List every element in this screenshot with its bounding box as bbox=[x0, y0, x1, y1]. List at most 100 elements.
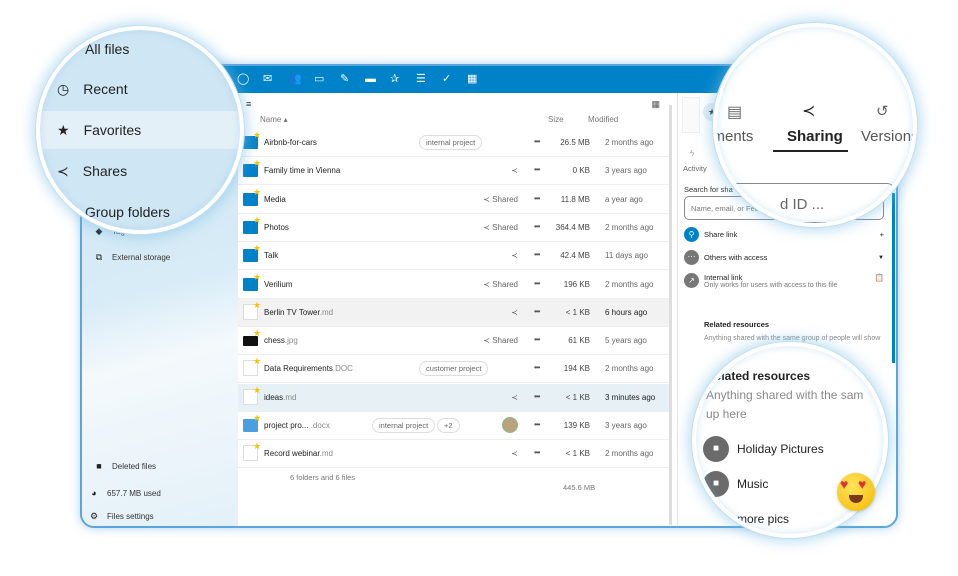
deck-icon[interactable]: ▬ bbox=[365, 72, 376, 86]
tag-pill[interactable]: internal project bbox=[419, 135, 483, 150]
scrollbar[interactable] bbox=[669, 105, 672, 525]
tag-pill[interactable]: +2 bbox=[437, 418, 460, 433]
tables-icon[interactable]: ▦ bbox=[467, 72, 477, 86]
shared-button[interactable]: ≺ Shared bbox=[483, 223, 518, 232]
activity-icon[interactable]: ✰ bbox=[390, 72, 399, 86]
share-icon[interactable]: ≺ bbox=[511, 393, 518, 402]
tab-activity[interactable]: Activity bbox=[683, 164, 707, 173]
column-name[interactable]: Name ▴ bbox=[260, 115, 288, 124]
file-row[interactable]: ★ Record webinar.md ≺ ••• < 1 KB 2 months ago bbox=[238, 440, 670, 469]
others-label: Others with access bbox=[704, 253, 768, 262]
nav-all-files[interactable]: All files bbox=[85, 41, 129, 57]
shared-button[interactable]: ≺ Shared bbox=[483, 336, 518, 345]
file-row[interactable]: ★ Verilium ≺ Shared ••• 196 KB 2 months ago bbox=[238, 271, 670, 299]
caret-down-icon[interactable]: ▼ bbox=[878, 255, 884, 261]
nav-favorites[interactable]: ★ Favorites bbox=[57, 122, 141, 139]
column-modified[interactable]: Modified bbox=[588, 115, 618, 124]
file-extension: .md bbox=[319, 449, 333, 459]
actions-menu-icon[interactable]: ••• bbox=[534, 250, 540, 259]
nav-deleted-files[interactable]: ■ Deleted files bbox=[94, 461, 156, 471]
internal-link-row[interactable]: ↗ Internal link Only works for users with … bbox=[684, 273, 884, 289]
favorite-star-icon: ★ bbox=[253, 271, 262, 282]
file-row[interactable]: ★ Photos ≺ Shared ••• 364.4 MB 2 months ago bbox=[238, 214, 670, 242]
actions-menu-icon[interactable]: ••• bbox=[534, 165, 540, 174]
files-settings[interactable]: ⚙ Files settings bbox=[89, 511, 154, 522]
share-icon: ≺ bbox=[802, 103, 816, 120]
zoomed-related-desc: Anything shared with the sam bbox=[706, 388, 864, 402]
nav-external-label: External storage bbox=[112, 253, 171, 262]
file-name[interactable]: Berlin TV Tower.md bbox=[264, 308, 333, 317]
notes-icon[interactable]: ✎ bbox=[340, 72, 349, 86]
actions-menu-icon[interactable]: ••• bbox=[534, 363, 540, 372]
file-name[interactable]: Record webinar.md bbox=[264, 449, 333, 458]
tab-sharing[interactable]: Sharing bbox=[787, 128, 843, 145]
file-name[interactable]: Airbnb-for-cars bbox=[264, 138, 317, 147]
toggle-nav-icon[interactable]: ≡ bbox=[246, 99, 251, 109]
file-row[interactable]: ★ chess.jpg ≺ Shared ••• 61 KB 5 years ago bbox=[238, 327, 670, 356]
share-link-row[interactable]: ⚲ Share link + bbox=[684, 227, 884, 242]
resource-holiday-pictures[interactable]: ■ Holiday Pictures bbox=[703, 436, 824, 462]
nav-shares[interactable]: ≺ Shares bbox=[57, 163, 127, 180]
nav-recent[interactable]: ◷ Recent bbox=[57, 81, 128, 98]
add-icon[interactable]: + bbox=[880, 230, 884, 239]
favorite-star-icon: ★ bbox=[253, 441, 262, 452]
file-name[interactable]: Photos bbox=[264, 223, 289, 232]
others-with-access-row[interactable]: ··· Others with access ▼ bbox=[684, 250, 884, 265]
calendar-icon[interactable]: ▭ bbox=[314, 72, 324, 86]
contacts-icon[interactable]: 👥 bbox=[288, 72, 302, 86]
share-icon[interactable]: ≺ bbox=[511, 166, 518, 175]
share-icon[interactable]: ≺ bbox=[511, 251, 518, 260]
actions-menu-icon[interactable]: ••• bbox=[534, 335, 540, 344]
search-icon[interactable]: ◯ bbox=[237, 72, 249, 86]
actions-menu-icon[interactable]: ••• bbox=[534, 279, 540, 288]
shared-label: Shared bbox=[492, 194, 518, 204]
actions-menu-icon[interactable]: ••• bbox=[534, 137, 540, 146]
actions-menu-icon[interactable]: ••• bbox=[534, 392, 540, 401]
file-row[interactable]: ★ Berlin TV Tower.md ≺ ••• < 1 KB 6 hours ago bbox=[238, 298, 670, 327]
file-row[interactable]: ★ Talk ≺ ••• 42.4 MB 11 days ago bbox=[238, 242, 670, 271]
file-row[interactable]: ★ Family time in Vienna ≺ ••• 0 KB 3 years ag… bbox=[238, 157, 670, 186]
storage-usage[interactable]: ◕ 657.7 MB used bbox=[89, 488, 161, 498]
file-name[interactable]: Media bbox=[264, 195, 286, 204]
folder-icon: ■ bbox=[703, 436, 729, 462]
file-row[interactable]: ★ ideas.md ≺ ••• < 1 KB 3 minutes ago bbox=[238, 383, 670, 412]
actions-menu-icon[interactable]: ••• bbox=[534, 307, 540, 316]
file-name[interactable]: chess.jpg bbox=[264, 336, 298, 345]
tag-pill[interactable]: internal project bbox=[372, 418, 436, 433]
shared-button[interactable]: ≺ Shared bbox=[483, 195, 518, 204]
tasks-icon[interactable]: ☰ bbox=[416, 72, 426, 86]
clipboard-icon[interactable]: 📋 bbox=[875, 273, 884, 289]
share-icon[interactable]: ≺ bbox=[511, 308, 518, 317]
gear-icon: ⚙ bbox=[89, 511, 99, 521]
file-name[interactable]: project pro... .docx bbox=[264, 421, 330, 430]
file-name[interactable]: Talk bbox=[264, 251, 278, 260]
file-name[interactable]: Family time in Vienna bbox=[264, 166, 340, 175]
file-row[interactable]: ★ Media ≺ Shared ••• 11.8 MB a year ago bbox=[238, 186, 670, 214]
file-name[interactable]: Verilium bbox=[264, 280, 292, 289]
share-icon[interactable]: ≺ bbox=[511, 449, 518, 458]
grid-view-icon[interactable]: ▦ bbox=[651, 99, 660, 110]
file-modified: 3 years ago bbox=[605, 421, 647, 430]
actions-menu-icon[interactable]: ••• bbox=[534, 222, 540, 231]
file-row[interactable]: ★ Airbnb-for-cars internal project ••• 26.5 … bbox=[238, 129, 670, 157]
actions-menu-icon[interactable]: ••• bbox=[534, 448, 540, 457]
tab-versions[interactable]: Versions bbox=[861, 128, 913, 145]
file-name[interactable]: ideas.md bbox=[264, 393, 296, 402]
nav-external-storage[interactable]: ⧉ External storage bbox=[94, 252, 170, 263]
file-row[interactable]: ★ project pro... .docx internal project +2 •… bbox=[238, 412, 670, 440]
resource-music[interactable]: ■ Music bbox=[703, 471, 768, 497]
check-icon[interactable]: ✓ bbox=[442, 72, 451, 86]
zoomed-search-placeholder: d ID ... bbox=[780, 196, 825, 213]
actions-menu-icon[interactable]: ••• bbox=[534, 194, 540, 203]
avatar[interactable] bbox=[502, 417, 518, 433]
details-scrollbar[interactable] bbox=[892, 193, 895, 363]
file-row[interactable]: ★ Data Requirements.DOC customer project ••… bbox=[238, 355, 670, 384]
shared-button[interactable]: ≺ Shared bbox=[483, 280, 518, 289]
file-name[interactable]: Data Requirements.DOC bbox=[264, 364, 353, 373]
column-size[interactable]: Size bbox=[548, 115, 564, 124]
actions-menu-icon[interactable]: ••• bbox=[534, 420, 540, 429]
mail-icon[interactable]: ✉ bbox=[263, 72, 272, 86]
tag-pill[interactable]: customer project bbox=[419, 361, 489, 377]
nav-group-folders[interactable]: Group folders bbox=[85, 204, 170, 220]
file-size: 194 KB bbox=[563, 364, 590, 374]
